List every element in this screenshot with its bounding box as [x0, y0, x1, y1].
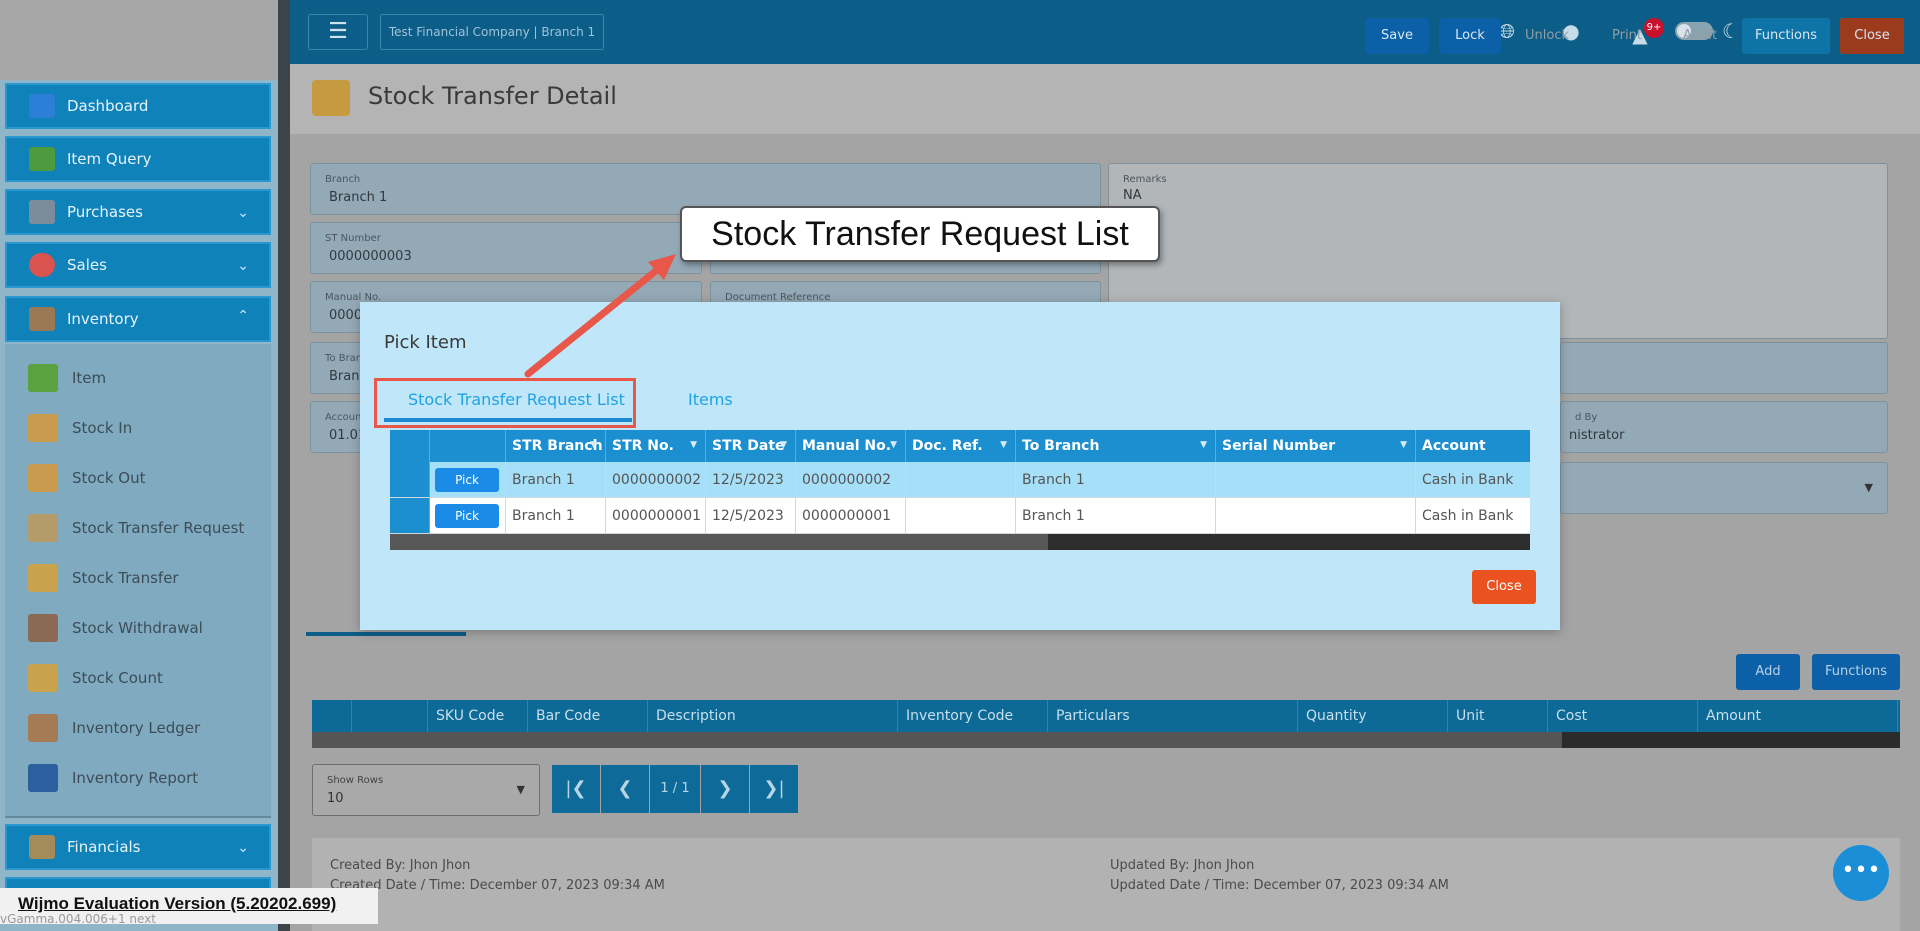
watermark-text[interactable]: Wijmo Evaluation Version (5.20202.699): [18, 894, 336, 914]
callout-arrow: [524, 254, 676, 378]
version-text: vGamma.004.006+1 next: [0, 912, 157, 926]
annotation-callout: Stock Transfer Request List: [680, 206, 1160, 262]
